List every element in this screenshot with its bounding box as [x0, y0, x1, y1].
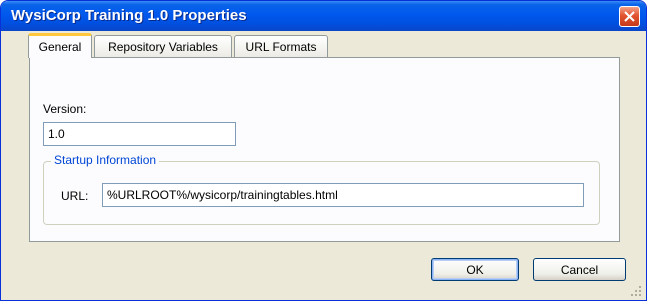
version-field[interactable]: 1.0 [43, 122, 236, 146]
tab-general-label: General [38, 40, 82, 54]
cancel-button[interactable]: Cancel [533, 258, 626, 281]
tab-repository-variables[interactable]: Repository Variables [94, 35, 232, 57]
title-bar[interactable]: WysiCorp Training 1.0 Properties [1, 1, 646, 31]
window-title: WysiCorp Training 1.0 Properties [11, 7, 247, 24]
properties-dialog: WysiCorp Training 1.0 Properties General… [0, 0, 647, 301]
tab-url-formats-label: URL Formats [245, 40, 317, 54]
resize-grip-icon[interactable] [630, 285, 642, 297]
url-field[interactable]: %URLROOT%/wysicorp/trainingtables.html [102, 183, 584, 207]
close-x-icon [624, 11, 635, 22]
version-label: Version: [43, 102, 87, 116]
url-label: URL: [61, 189, 89, 203]
startup-information-title: Startup Information [51, 153, 160, 167]
close-button[interactable] [619, 6, 640, 27]
tab-url-formats[interactable]: URL Formats [234, 35, 328, 57]
tab-general[interactable]: General [28, 33, 92, 58]
ok-button[interactable]: OK [431, 258, 519, 281]
tab-repository-variables-label: Repository Variables [108, 40, 218, 54]
